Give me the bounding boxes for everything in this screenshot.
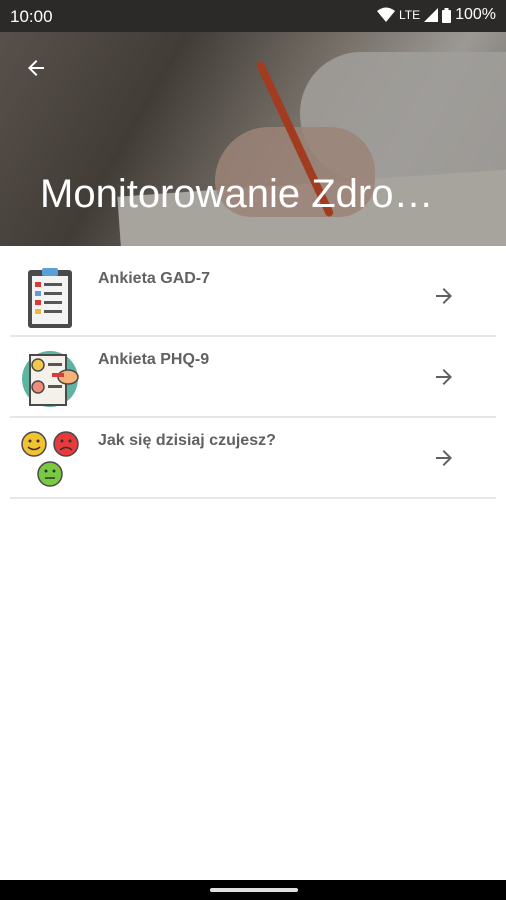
mood-checklist-icon [22,351,79,407]
mood-faces-icon [21,431,79,487]
battery-icon [442,7,452,23]
list-item-label: Ankieta PHQ-9 [98,351,210,368]
clipboard-checklist-icon [28,268,72,328]
arrow-forward-icon [436,450,452,466]
status-icons: LTE 100% [376,6,496,24]
arrow-back-icon [28,60,44,76]
network-label: LTE [398,8,421,22]
list-item-label: Ankieta GAD-7 [98,270,211,287]
status-bar: 10:00 LTE 100% [0,0,506,32]
battery-level: 100% [455,6,496,23]
arrow-forward-icon [436,369,452,385]
back-button[interactable] [18,50,54,86]
wifi-icon [376,7,395,22]
navigation-bar [0,880,506,900]
page-title: Monitorowanie Zdro… [40,172,434,216]
list-item-mood[interactable]: Jak się dzisiaj czujesz? [10,418,496,499]
signal-icon [424,8,439,22]
list-item-label: Jak się dzisiaj czujesz? [98,432,276,449]
status-time: 10:00 [10,7,53,26]
survey-list: Ankieta GAD-7 Ankieta PHQ-9 Jak się dzis… [10,256,496,499]
header-banner: Monitorowanie Zdro… [0,32,506,246]
list-item-phq9[interactable]: Ankieta PHQ-9 [10,337,496,418]
list-item-gad7[interactable]: Ankieta GAD-7 [10,256,496,337]
home-gesture-handle[interactable] [210,888,298,892]
arrow-forward-icon [436,288,452,304]
